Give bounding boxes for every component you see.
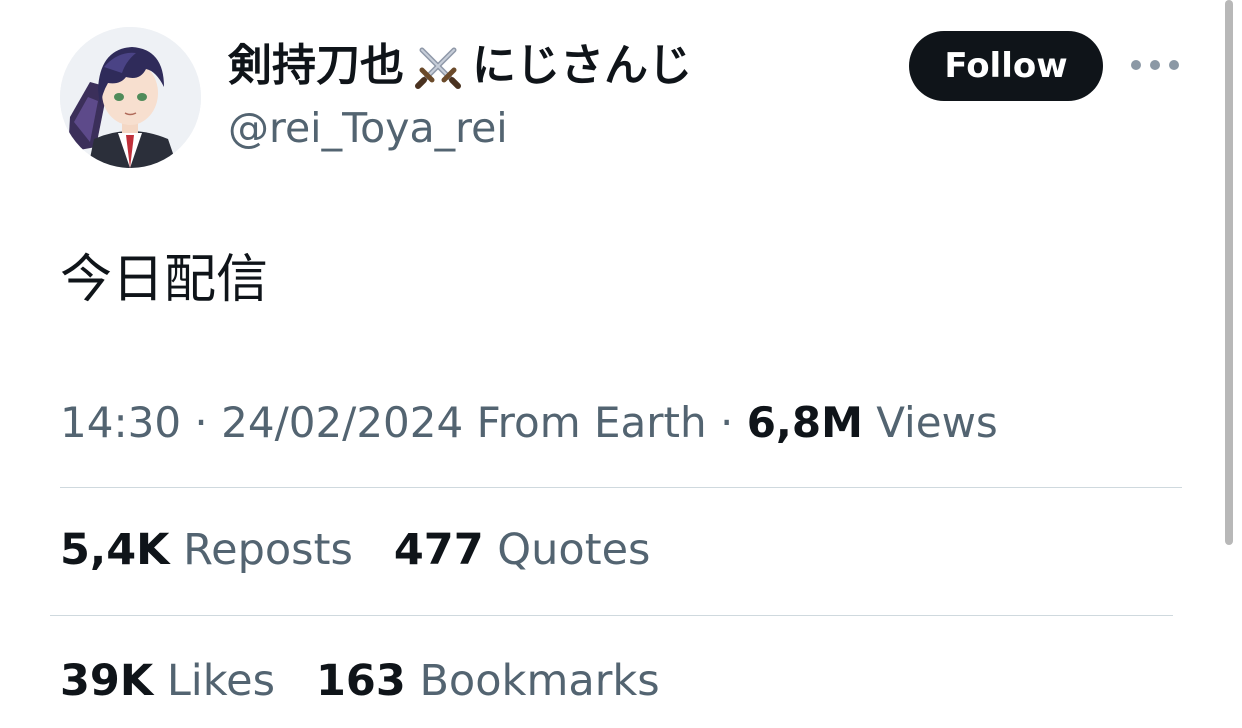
divider [50, 615, 1173, 616]
tweet-time[interactable]: 14:30 [60, 398, 181, 447]
crossed-swords-icon [410, 38, 466, 94]
stats-row-likes: 39K Likes 163 Bookmarks [60, 651, 660, 711]
reposts-label: Reposts [183, 525, 353, 575]
views-count: 6,8M [746, 398, 863, 447]
tweet-source: From Earth [476, 398, 707, 447]
likes-count: 39K [60, 656, 154, 706]
avatar[interactable] [60, 27, 201, 168]
more-dot [1150, 60, 1160, 70]
quotes-count: 477 [393, 525, 484, 575]
bookmarks-label: Bookmarks [419, 656, 660, 706]
author-handle[interactable]: @rei_Toya_rei [228, 103, 508, 153]
scrollbar[interactable] [1225, 0, 1233, 545]
tweet-detail-view: 剣持刀也 にじさんじ @rei_Toya_rei Follow 今日配信 14:… [0, 0, 1242, 728]
meta-separator: · [194, 398, 208, 447]
tweet-date[interactable]: 24/02/2024 [221, 398, 463, 447]
stats-row-reposts: 5,4K Reposts 477 Quotes [60, 520, 650, 580]
likes-label: Likes [166, 656, 275, 706]
tweet-text: 今日配信 [60, 250, 269, 310]
quotes-stat[interactable]: 477 Quotes [394, 525, 651, 575]
bookmarks-count: 163 [316, 656, 406, 706]
more-dot [1131, 60, 1141, 70]
quotes-label: Quotes [497, 525, 651, 575]
likes-stat[interactable]: 39K Likes [60, 656, 289, 706]
tweet-meta: 14:30 · 24/02/2024 From Earth · 6,8M Vie… [60, 393, 998, 453]
anime-character-avatar-image [60, 27, 201, 168]
views-label: Views [876, 398, 998, 447]
author-display-name[interactable]: 剣持刀也 にじさんじ [228, 38, 692, 94]
follow-button[interactable]: Follow [909, 31, 1103, 101]
reposts-count: 5,4K [60, 525, 170, 575]
display-name-suffix: にじさんじ [472, 40, 692, 91]
display-name-text: 剣持刀也 [228, 40, 404, 91]
reposts-stat[interactable]: 5,4K Reposts [60, 525, 367, 575]
bookmarks-stat[interactable]: 163 Bookmarks [316, 656, 660, 706]
divider [60, 487, 1182, 488]
meta-separator: · [719, 398, 734, 447]
more-dot [1169, 60, 1179, 70]
more-horizontal-icon[interactable] [1131, 50, 1179, 80]
